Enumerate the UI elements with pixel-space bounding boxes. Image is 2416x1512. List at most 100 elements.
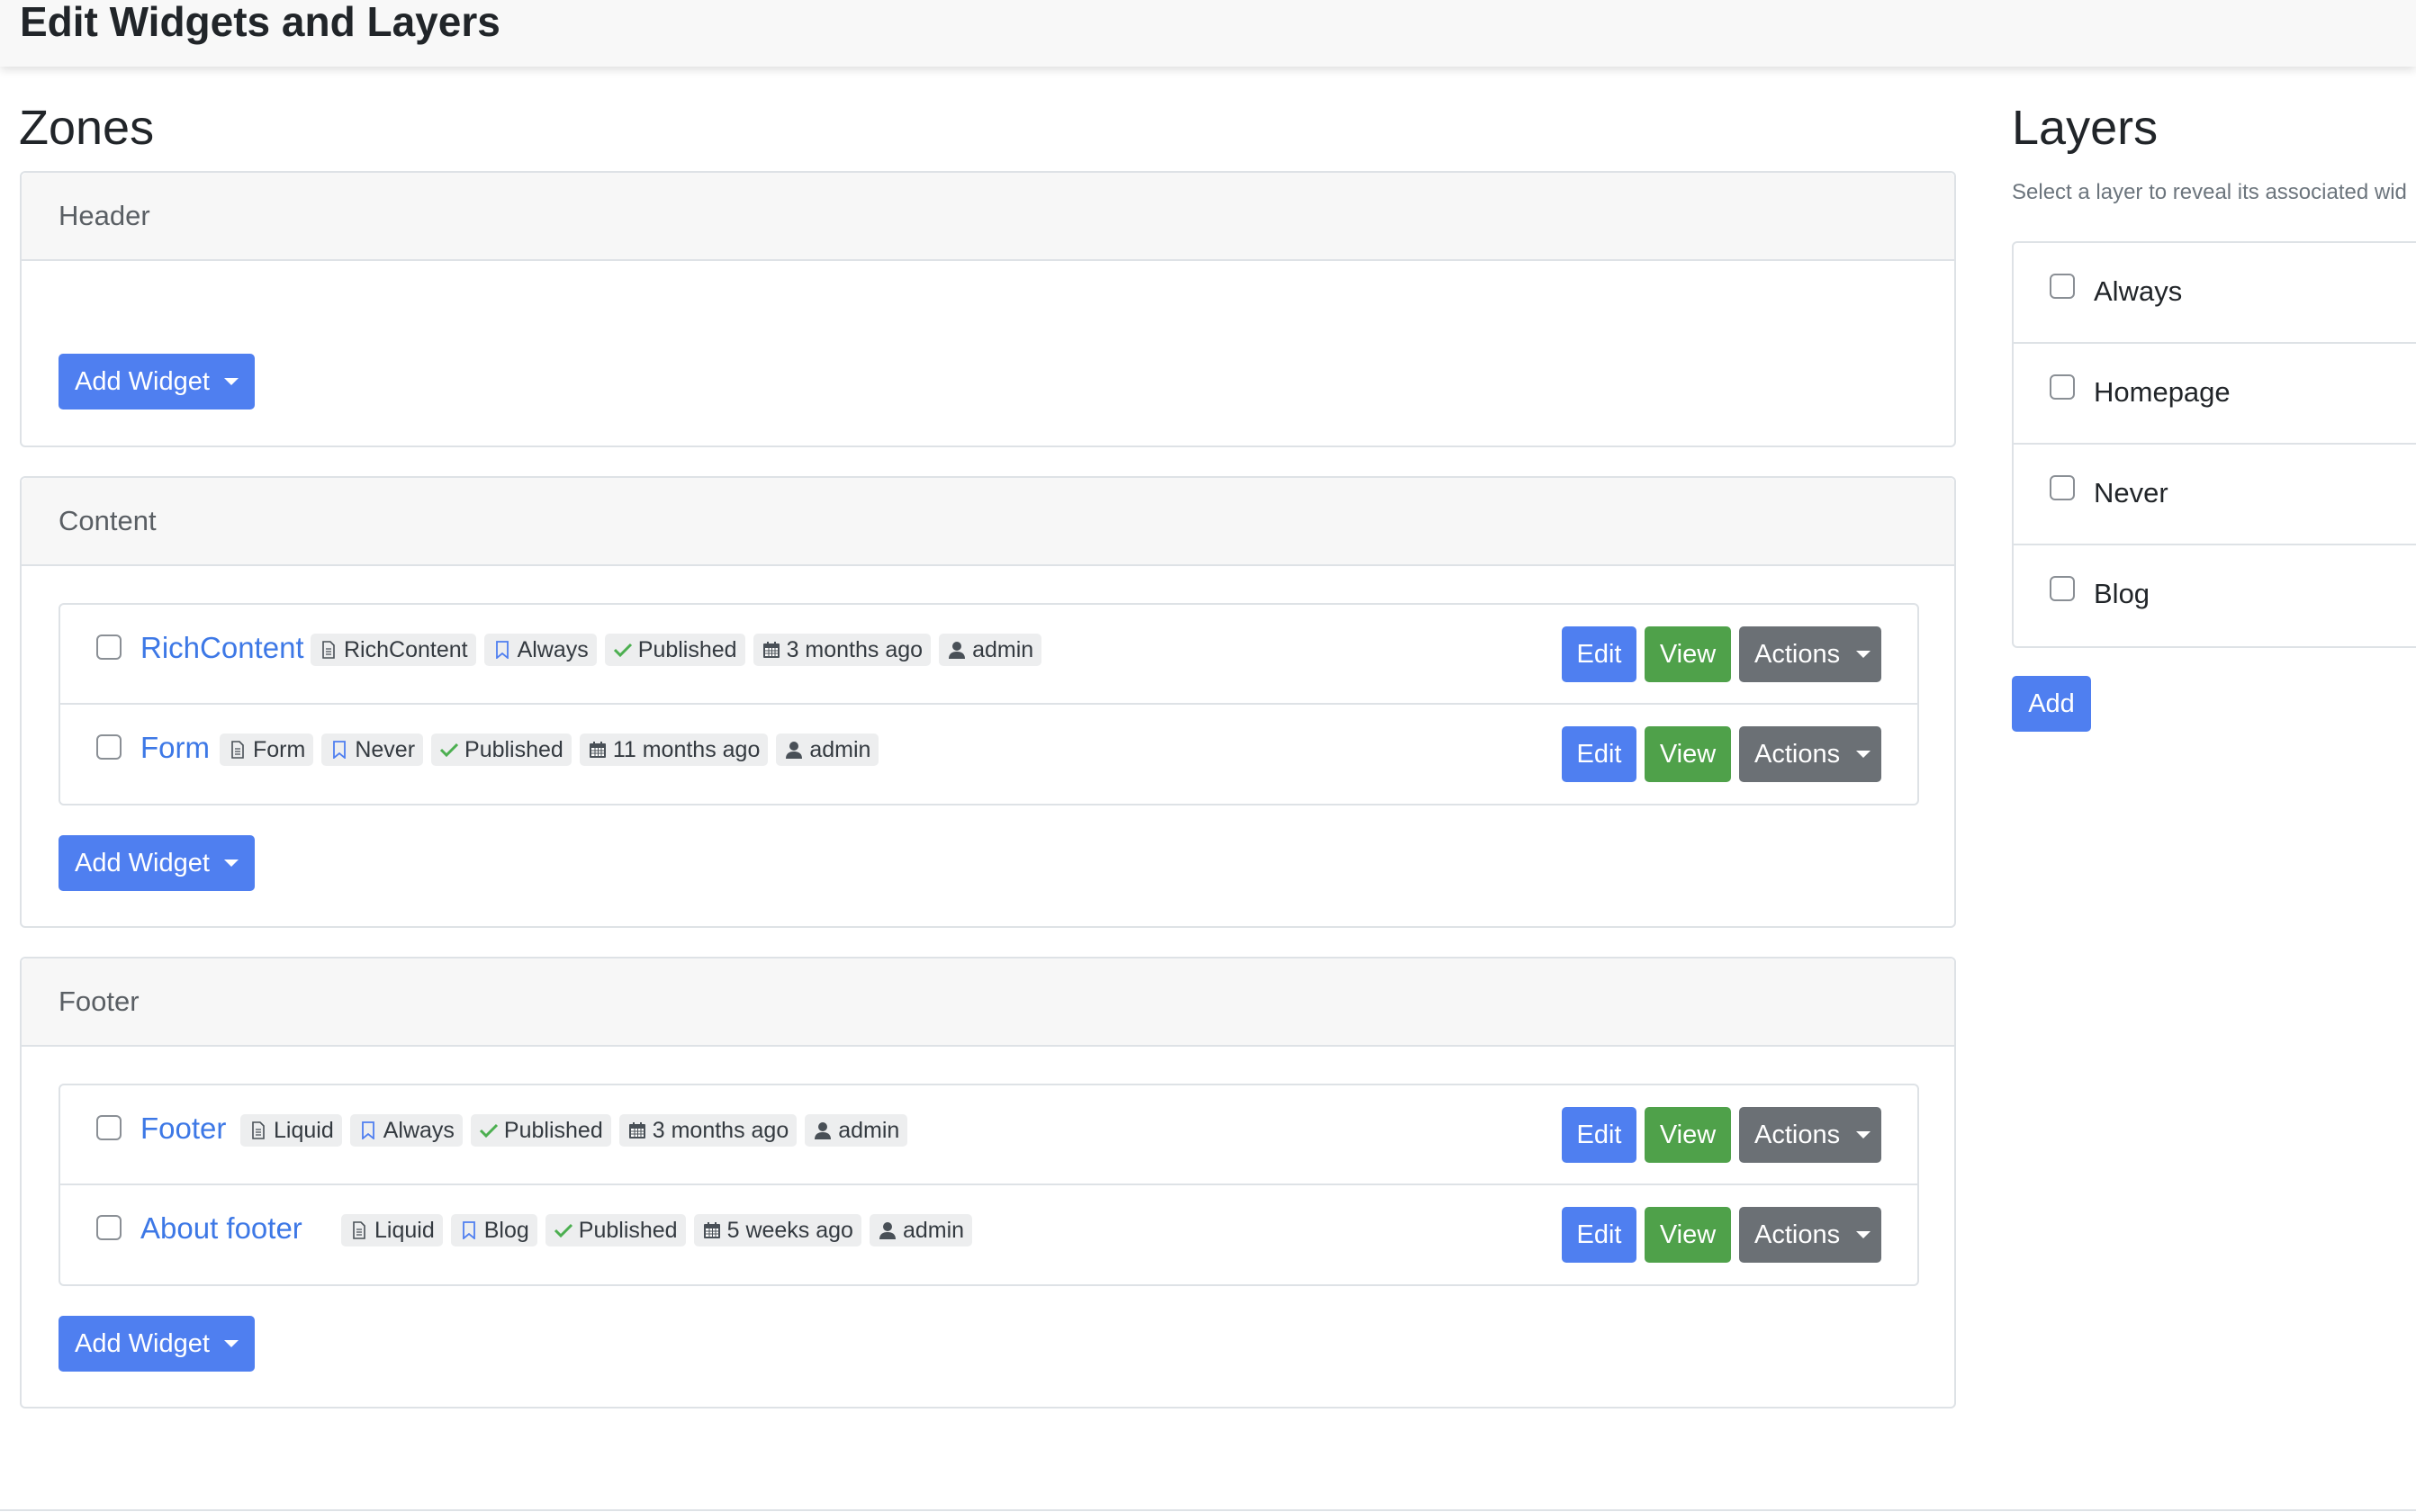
status-badge: Published <box>470 1114 611 1147</box>
add-widget-label: Add Widget <box>75 1328 210 1358</box>
type-badge: Liquid <box>341 1214 443 1246</box>
file-icon <box>248 1120 268 1140</box>
view-button[interactable]: View <box>1645 1207 1731 1263</box>
widget-checkbox[interactable] <box>96 1115 122 1140</box>
actions-dropdown-button[interactable]: Actions <box>1739 726 1881 782</box>
footer-divider <box>0 1509 2416 1511</box>
caret-down-icon <box>223 860 239 867</box>
widget-list: Footer Liquid Always Published 3 months … <box>59 1084 1919 1286</box>
caret-down-icon <box>1856 1131 1871 1138</box>
zone-title: Content <box>22 478 1954 566</box>
calendar-icon <box>588 740 608 760</box>
layer-item-homepage[interactable]: Homepage <box>2014 344 2416 445</box>
modified-badge-text: 3 months ago <box>786 636 924 662</box>
zones-heading: Zones <box>19 101 155 155</box>
type-badge: Form <box>220 734 314 766</box>
caret-down-icon <box>223 378 239 385</box>
add-widget-label: Add Widget <box>75 848 210 878</box>
modified-badge: 3 months ago <box>753 634 932 666</box>
widget-name-link[interactable]: Footer <box>140 1111 226 1147</box>
widget-name-link[interactable]: Form <box>140 730 210 766</box>
widget-checkbox[interactable] <box>96 1215 122 1240</box>
file-icon <box>349 1220 369 1240</box>
widget-checkbox[interactable] <box>96 634 122 660</box>
type-badge-text: RichContent <box>344 636 468 662</box>
status-badge: Published <box>545 1214 686 1246</box>
view-button[interactable]: View <box>1645 626 1731 682</box>
user-icon <box>784 740 804 760</box>
widget-name-link[interactable]: About footer <box>140 1210 302 1246</box>
layer-item-never[interactable]: Never <box>2014 445 2416 545</box>
actions-dropdown-button[interactable]: Actions <box>1739 1207 1881 1263</box>
widget-checkbox[interactable] <box>96 734 122 760</box>
widget-badges: RichContent Always Published 3 months ag… <box>311 634 1042 666</box>
layer-badge-text: Never <box>355 736 416 762</box>
add-widget-button[interactable]: Add Widget <box>59 354 255 410</box>
add-widget-button[interactable]: Add Widget <box>59 835 255 891</box>
widget-list: RichContent RichContent Always Published… <box>59 603 1919 806</box>
add-widget-button[interactable]: Add Widget <box>59 1316 255 1372</box>
layers-hint: Select a layer to reveal its associated … <box>2012 180 2407 204</box>
edit-button[interactable]: Edit <box>1562 626 1636 682</box>
edit-button[interactable]: Edit <box>1562 1107 1636 1163</box>
type-badge: RichContent <box>311 634 476 666</box>
status-badge-text: Published <box>503 1117 603 1143</box>
widget-badges: Form Never Published 11 months ago admin <box>220 734 879 766</box>
author-badge-text: admin <box>972 636 1034 662</box>
widget-buttons: Edit View Actions <box>1562 726 1881 782</box>
layer-badge-text: Always <box>383 1117 455 1143</box>
add-layer-button[interactable]: Add <box>2012 676 2091 732</box>
widget-row: About footer Liquid Blog Published 5 wee… <box>60 1185 1917 1284</box>
widget-row: RichContent RichContent Always Published… <box>60 605 1917 705</box>
edit-button[interactable]: Edit <box>1562 1207 1636 1263</box>
layer-item-blog[interactable]: Blog <box>2014 545 2416 646</box>
actions-label: Actions <box>1754 1220 1841 1249</box>
actions-dropdown-button[interactable]: Actions <box>1739 1107 1881 1163</box>
modified-badge-text: 5 weeks ago <box>726 1217 853 1243</box>
user-icon <box>878 1220 897 1240</box>
view-button[interactable]: View <box>1645 1107 1731 1163</box>
widget-badges: Liquid Always Published 3 months ago adm… <box>240 1114 908 1147</box>
layer-checkbox[interactable] <box>2050 374 2075 400</box>
status-badge-text: Published <box>578 1217 678 1243</box>
layer-checkbox[interactable] <box>2050 576 2075 601</box>
author-badge-text: admin <box>838 1117 900 1143</box>
user-icon <box>813 1120 833 1140</box>
layer-badge-text: Blog <box>483 1217 529 1243</box>
status-badge-text: Published <box>464 736 563 762</box>
author-badge: admin <box>776 734 879 766</box>
modified-badge-text: 3 months ago <box>652 1117 789 1143</box>
modified-badge: 5 weeks ago <box>693 1214 861 1246</box>
layer-checkbox[interactable] <box>2050 475 2075 500</box>
add-widget-label: Add Widget <box>75 366 210 396</box>
type-badge-text: Liquid <box>374 1217 435 1243</box>
view-button[interactable]: View <box>1645 726 1731 782</box>
edit-button[interactable]: Edit <box>1562 726 1636 782</box>
check-icon <box>439 740 459 760</box>
actions-label: Actions <box>1754 1120 1841 1149</box>
zone-title: Header <box>22 173 1954 261</box>
author-badge: admin <box>805 1114 908 1147</box>
modified-badge: 11 months ago <box>579 734 769 766</box>
layer-checkbox[interactable] <box>2050 274 2075 299</box>
modified-badge: 3 months ago <box>618 1114 798 1147</box>
layer-item-always[interactable]: Always <box>2014 243 2416 344</box>
widget-badges: Liquid Blog Published 5 weeks ago admin <box>341 1214 973 1246</box>
layer-badge-text: Always <box>517 636 589 662</box>
widget-buttons: Edit View Actions <box>1562 626 1881 682</box>
actions-label: Actions <box>1754 639 1841 669</box>
caret-down-icon <box>223 1340 239 1347</box>
author-badge: admin <box>869 1214 973 1246</box>
zone-content: Content RichContent RichContent Always P… <box>20 476 1956 928</box>
file-icon <box>228 740 248 760</box>
calendar-icon <box>627 1120 647 1140</box>
status-badge: Published <box>431 734 572 766</box>
bookmark-icon <box>492 640 512 660</box>
layer-badge: Never <box>321 734 424 766</box>
widget-row: Footer Liquid Always Published 3 months … <box>60 1085 1917 1185</box>
layer-badge: Always <box>483 634 597 666</box>
widget-name-link[interactable]: RichContent <box>140 630 304 666</box>
caret-down-icon <box>1856 751 1871 758</box>
actions-dropdown-button[interactable]: Actions <box>1739 626 1881 682</box>
widget-buttons: Edit View Actions <box>1562 1107 1881 1163</box>
